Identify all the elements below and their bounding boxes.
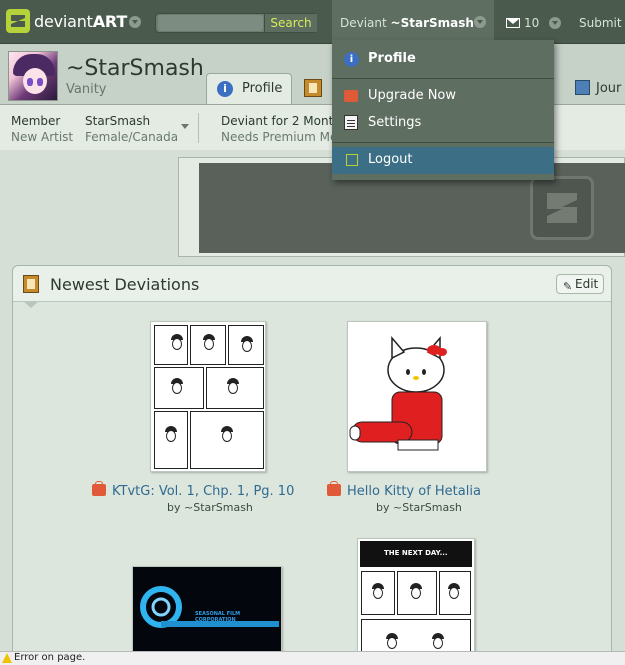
- avatar[interactable]: [8, 51, 58, 101]
- deviation-author[interactable]: by ~StarSmash: [376, 501, 462, 514]
- info-icon: i: [344, 52, 359, 67]
- deviation-title-link[interactable]: KTvtG: Vol. 1, Chp. 1, Pg. 10: [92, 481, 294, 499]
- chevron-down-icon: [474, 16, 486, 28]
- panel-header: Newest Deviations ✎ Edit: [13, 266, 611, 302]
- journal-icon: [575, 80, 590, 95]
- menu-item-profile[interactable]: i Profile: [332, 46, 554, 73]
- divider: [198, 113, 199, 143]
- deviation-title-link[interactable]: Hello Kitty of Hetalia: [327, 481, 481, 499]
- deviation-author[interactable]: by ~StarSmash: [167, 501, 253, 514]
- deviantart-logo-icon[interactable]: [6, 9, 30, 33]
- menu-item-logout[interactable]: Logout: [332, 147, 554, 174]
- edit-label: Edit: [575, 277, 599, 291]
- panel-title: Newest Deviations: [50, 275, 200, 294]
- messages-dropdown-icon[interactable]: [549, 17, 561, 29]
- deviant-menu-label: Deviant ~StarSmash: [340, 16, 474, 30]
- tab-profile[interactable]: i Profile: [206, 73, 292, 104]
- search-button[interactable]: Search: [264, 14, 317, 32]
- profile-tagline: Vanity: [66, 82, 107, 97]
- site-logo-text[interactable]: deviantART: [34, 12, 127, 31]
- top-navigation-bar: deviantART Search Deviant ~StarSmash 10 …: [0, 0, 625, 44]
- shopping-bag-icon: [344, 90, 358, 102]
- tab-gallery-icon[interactable]: [304, 79, 322, 97]
- info-icon: i: [217, 81, 233, 97]
- film-logo-caption: SEASONAL FILM CORPORATION: [195, 611, 241, 623]
- settings-icon: [344, 115, 358, 130]
- messages-button[interactable]: 10: [506, 16, 539, 30]
- profile-username[interactable]: ~StarSmash: [66, 56, 204, 81]
- menu-divider: [332, 78, 554, 79]
- submit-link[interactable]: Submit: [579, 16, 622, 30]
- comic-title-text: THE NEXT DAY...: [384, 549, 448, 557]
- status-text[interactable]: Error on page.: [14, 652, 85, 663]
- menu-divider: [332, 142, 554, 143]
- needs-premium-text[interactable]: Needs Premium Me: [221, 129, 341, 145]
- member-label: Member: [11, 114, 61, 128]
- deviant-age-info: Deviant for 2 Month Needs Premium Me: [221, 113, 341, 145]
- deviant-menu-button[interactable]: Deviant ~StarSmash: [332, 0, 494, 44]
- search-box: Search: [155, 13, 317, 33]
- logo-dropdown-icon[interactable]: [129, 16, 141, 28]
- pencil-icon: ✎: [563, 280, 573, 293]
- member-sub: New Artist: [11, 130, 74, 144]
- panel-notch: [23, 301, 39, 308]
- tab-journal[interactable]: Jour: [575, 80, 621, 96]
- browser-status-bar: Error on page.: [0, 651, 625, 665]
- envelope-icon: [506, 18, 520, 28]
- user-name-label: StarSmash: [85, 114, 151, 128]
- tab-journal-label: Jour: [596, 81, 622, 96]
- logout-icon: [346, 154, 358, 166]
- user-info: StarSmash Female/Canada: [85, 113, 178, 145]
- edit-button[interactable]: ✎ Edit: [556, 274, 604, 294]
- gallery-icon: [23, 275, 39, 293]
- warning-icon[interactable]: [2, 653, 12, 663]
- menu-item-upgrade[interactable]: Upgrade Now: [332, 83, 554, 110]
- deviant-dropdown-menu: i Profile Upgrade Now Settings Logout: [332, 40, 554, 180]
- message-count: 10: [524, 16, 540, 30]
- member-info: Member New Artist: [11, 113, 73, 145]
- deviation-type-icon: [327, 481, 341, 496]
- search-input[interactable]: [158, 15, 263, 31]
- deviation-thumbnail-comic[interactable]: [150, 321, 266, 472]
- deviation-thumbnail-hello-kitty[interactable]: [347, 321, 487, 472]
- menu-item-settings[interactable]: Settings: [332, 110, 554, 137]
- deviation-thumbnail-comic-2[interactable]: THE NEXT DAY...: [357, 538, 475, 665]
- newest-deviations-panel: Newest Deviations ✎ Edit KTvtG: Vol. 1, …: [12, 265, 612, 665]
- user-location: Female/Canada: [85, 130, 179, 144]
- deviantart-watermark-icon: [530, 176, 594, 240]
- deviation-type-icon: [92, 481, 106, 496]
- deviant-for-text: Deviant for 2 Month: [221, 114, 341, 128]
- info-expand-icon[interactable]: [181, 124, 189, 129]
- tab-profile-label: Profile: [242, 81, 283, 96]
